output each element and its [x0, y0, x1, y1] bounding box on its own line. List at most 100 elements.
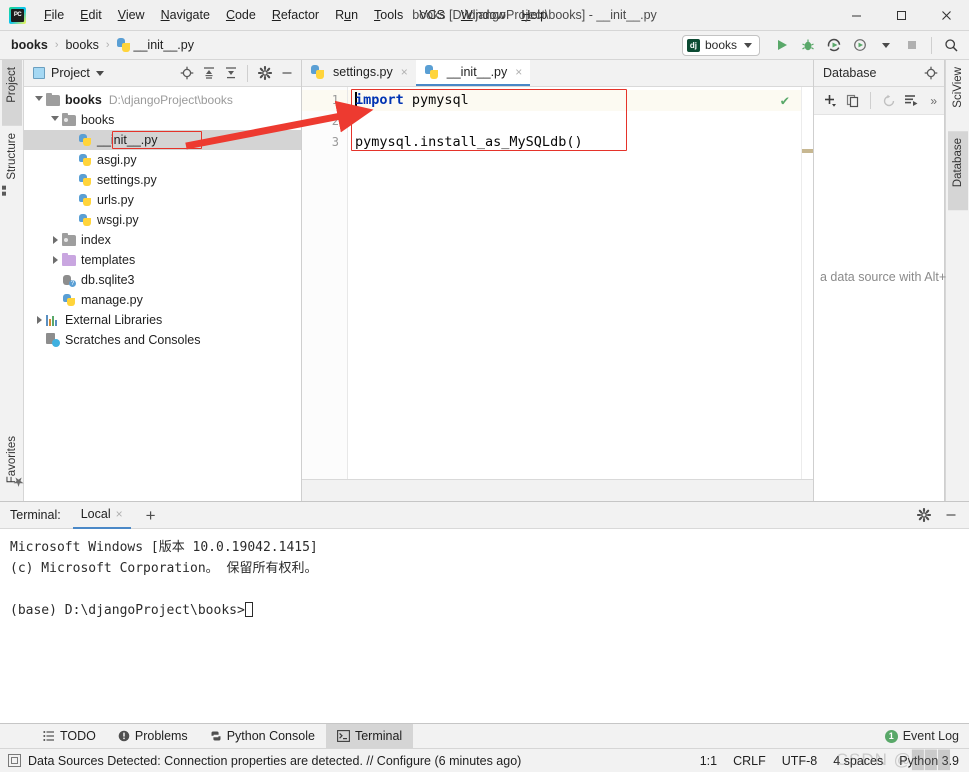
refresh-icon[interactable] — [878, 90, 899, 111]
caret-position[interactable]: 1:1 — [700, 754, 717, 768]
menu-bar: File Edit View Navigate Code Refactor Ru… — [36, 4, 555, 26]
run-coverage-button[interactable] — [822, 33, 846, 57]
tree-row[interactable]: templates — [24, 250, 301, 270]
debug-button[interactable] — [796, 33, 820, 57]
checkmark-ok-icon[interactable]: ✔ — [781, 93, 789, 109]
code-line-1[interactable]: import pymysql — [348, 90, 801, 111]
detected-data-sources-icon[interactable] — [8, 754, 21, 767]
tree-row-init-py[interactable]: __init__.py — [24, 130, 301, 150]
database-panel-title: Database — [823, 66, 877, 80]
keyword-token: import — [355, 92, 404, 108]
status-message[interactable]: Data Sources Detected: Connection proper… — [28, 754, 521, 768]
menu-navigate[interactable]: Navigate — [153, 4, 218, 26]
file-encoding[interactable]: UTF-8 — [782, 754, 817, 768]
problems-warning-icon — [118, 730, 130, 742]
line-number: 1 — [302, 90, 347, 111]
breadcrumb-item-2[interactable]: __init__.py — [116, 38, 194, 52]
sidebar-item-favorites[interactable]: ★ Favorites — [2, 429, 25, 495]
run-configuration-selector[interactable]: dj books — [681, 34, 760, 56]
project-panel: Project books D:\djangoProject\books boo… — [24, 60, 302, 501]
tree-row[interactable]: books D:\djangoProject\books — [24, 90, 301, 110]
project-panel-title[interactable]: Project — [33, 66, 104, 80]
indent-setting[interactable]: 4 spaces — [833, 754, 883, 768]
menu-edit[interactable]: Edit — [72, 4, 110, 26]
chevron-right-icon[interactable] — [48, 256, 62, 264]
breadcrumb-item-0[interactable]: books — [11, 38, 48, 52]
terminal-tab-local[interactable]: Local × — [72, 502, 131, 529]
settings-button[interactable] — [254, 63, 275, 84]
python-interpreter[interactable]: Python 3.9 — [899, 754, 959, 768]
menu-file[interactable]: File — [36, 4, 72, 26]
tree-row[interactable]: settings.py — [24, 170, 301, 190]
select-opened-file-button[interactable] — [176, 63, 197, 84]
sidebar-item-structure[interactable]: Structure — [2, 126, 22, 203]
chevron-right-icon[interactable] — [32, 316, 46, 324]
code-line-3[interactable]: pymysql.install_as_MySQLdb() — [348, 132, 801, 153]
menu-window[interactable]: Window — [453, 4, 513, 26]
profile-dropdown[interactable] — [874, 33, 898, 57]
project-tree[interactable]: books D:\djangoProject\books books __ini… — [24, 87, 301, 501]
tree-row[interactable]: Scratches and Consoles — [24, 330, 301, 350]
sidebar-item-database[interactable]: Database — [947, 130, 968, 210]
code-editor[interactable]: 1 2 3 import pymysql pymysql.install_as_… — [302, 87, 813, 479]
profile-button[interactable] — [848, 33, 872, 57]
hide-panel-button[interactable] — [276, 63, 297, 84]
tab-problems[interactable]: Problems — [107, 724, 199, 748]
chevron-down-icon[interactable] — [32, 95, 46, 105]
tree-row[interactable]: External Libraries — [24, 310, 301, 330]
code-content[interactable]: import pymysql pymysql.install_as_MySQLd… — [348, 87, 801, 479]
sidebar-item-sciview[interactable]: SciView — [948, 60, 968, 131]
menu-help[interactable]: Help — [513, 4, 555, 26]
query-console-icon[interactable] — [901, 90, 922, 111]
code-line-2[interactable] — [348, 111, 801, 132]
tree-row[interactable]: wsgi.py — [24, 210, 301, 230]
editor-tab-init-py[interactable]: __init__.py × — [415, 60, 531, 86]
close-icon[interactable]: × — [515, 65, 522, 79]
terminal-line: Microsoft Windows [版本 10.0.19042.1415] — [10, 540, 318, 555]
left-strip-bottom: ★ Favorites — [2, 429, 25, 501]
target-icon[interactable] — [920, 63, 941, 84]
close-icon[interactable]: × — [116, 507, 123, 521]
chevron-right-icon[interactable] — [48, 236, 62, 244]
menu-run[interactable]: Run — [327, 4, 366, 26]
hide-terminal-button[interactable] — [940, 505, 961, 526]
copy-icon[interactable] — [843, 90, 864, 111]
tab-todo[interactable]: TODO — [32, 724, 107, 748]
editor-tab-settings-py[interactable]: settings.py × — [302, 60, 416, 86]
close-icon[interactable]: × — [401, 65, 408, 79]
menu-refactor[interactable]: Refactor — [264, 4, 327, 26]
gear-icon[interactable] — [913, 505, 934, 526]
event-log-area[interactable]: 1 Event Log — [884, 724, 969, 748]
expand-all-button[interactable] — [198, 63, 219, 84]
stop-button[interactable] — [900, 33, 924, 57]
add-data-source-button[interactable] — [820, 90, 841, 111]
sqlite-db-icon: ? — [62, 273, 76, 287]
tree-row[interactable]: ? db.sqlite3 — [24, 270, 301, 290]
menu-vcs[interactable]: VCS — [411, 4, 453, 26]
tab-python-console[interactable]: Python Console — [199, 724, 326, 748]
new-terminal-session-button[interactable]: + — [141, 507, 161, 524]
tree-row[interactable]: urls.py — [24, 190, 301, 210]
run-button[interactable] — [770, 33, 794, 57]
tab-terminal[interactable]: Terminal — [325, 724, 414, 748]
editor-scrollbar[interactable] — [801, 87, 813, 479]
search-everywhere-button[interactable] — [939, 33, 963, 57]
menu-code[interactable]: Code — [218, 4, 264, 26]
project-panel-title-label: Project — [51, 66, 90, 80]
tree-row[interactable]: manage.py — [24, 290, 301, 310]
chevron-down-icon[interactable] — [48, 115, 62, 125]
line-separator[interactable]: CRLF — [733, 754, 766, 768]
maximize-button[interactable] — [879, 0, 924, 31]
chevron-double-right-icon[interactable]: » — [923, 90, 944, 111]
tree-row[interactable]: books — [24, 110, 301, 130]
close-button[interactable] — [924, 0, 969, 31]
minimize-button[interactable] — [834, 0, 879, 31]
tree-row[interactable]: asgi.py — [24, 150, 301, 170]
terminal-output[interactable]: Microsoft Windows [版本 10.0.19042.1415] (… — [0, 529, 969, 723]
collapse-all-button[interactable] — [220, 63, 241, 84]
breadcrumb-item-1[interactable]: books — [65, 38, 98, 52]
menu-view[interactable]: View — [110, 4, 153, 26]
menu-tools[interactable]: Tools — [366, 4, 411, 26]
sidebar-item-project[interactable]: Project — [1, 60, 22, 126]
tree-row[interactable]: index — [24, 230, 301, 250]
